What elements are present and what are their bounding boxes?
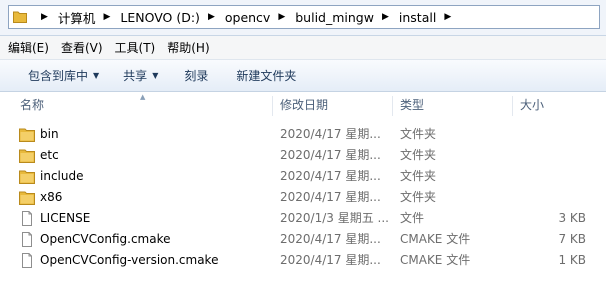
- file-size: [514, 166, 586, 187]
- chevron-right-icon[interactable]: ▶: [103, 12, 110, 22]
- column-header: ▲ 名称 修改日期 类型 大小: [0, 92, 606, 118]
- sort-up-icon: ▲: [140, 93, 146, 101]
- list-item[interactable]: x86 2020/4/17 星期... 文件夹: [0, 187, 606, 208]
- command-toolbar: 包含到库中 ▼ 共享 ▼ 刻录 新建文件夹: [0, 60, 606, 92]
- file-name: include: [40, 169, 84, 183]
- file-type: 文件: [400, 211, 425, 225]
- file-date: 2020/4/17 星期...: [280, 127, 381, 141]
- chevron-right-icon[interactable]: ▶: [444, 12, 451, 22]
- caret-down-icon: ▼: [152, 71, 159, 80]
- include-in-library-button[interactable]: 包含到库中 ▼: [22, 64, 105, 88]
- chevron-right-icon[interactable]: ▶: [382, 12, 389, 22]
- file-name: x86: [40, 190, 63, 204]
- file-icon: [22, 211, 32, 226]
- menu-help[interactable]: 帮助(H): [161, 39, 215, 56]
- file-size: [514, 124, 586, 145]
- file-type: 文件夹: [400, 127, 437, 141]
- menu-edit[interactable]: 编辑(E): [2, 39, 55, 56]
- burn-button[interactable]: 刻录: [178, 64, 214, 88]
- breadcrumb-opencv[interactable]: opencv: [225, 10, 270, 25]
- file-size: 1 KB: [558, 253, 586, 267]
- file-name: OpenCVConfig-version.cmake: [40, 253, 219, 267]
- file-date: 2020/4/17 星期...: [280, 232, 381, 246]
- list-item[interactable]: bin 2020/4/17 星期... 文件夹: [0, 124, 606, 145]
- folder-icon: [13, 11, 27, 23]
- file-date: 2020/4/17 星期...: [280, 169, 381, 183]
- breadcrumb-install[interactable]: install: [399, 10, 436, 25]
- chevron-right-icon[interactable]: ▶: [208, 12, 215, 22]
- folder-icon: [19, 170, 35, 184]
- file-size: [514, 145, 586, 166]
- list-item[interactable]: OpenCVConfig.cmake 2020/4/17 星期... CMAKE…: [0, 229, 606, 250]
- menu-view[interactable]: 查看(V): [55, 39, 109, 56]
- file-type: 文件夹: [400, 169, 437, 183]
- file-name: etc: [40, 148, 59, 162]
- burn-label: 刻录: [184, 69, 209, 83]
- new-folder-button[interactable]: 新建文件夹: [230, 64, 302, 88]
- file-name: bin: [40, 127, 59, 141]
- column-name[interactable]: 名称: [20, 92, 44, 118]
- new-folder-label: 新建文件夹: [236, 69, 297, 83]
- file-date: 2020/4/17 星期...: [280, 253, 381, 267]
- breadcrumb-drive[interactable]: LENOVO (D:): [120, 10, 200, 25]
- address-bar: ▶ 计算机 ▶ LENOVO (D:) ▶ opencv ▶ bulid_min…: [0, 0, 606, 36]
- folder-icon: [19, 128, 35, 142]
- file-type: CMAKE 文件: [400, 253, 471, 267]
- breadcrumb[interactable]: ▶ 计算机 ▶ LENOVO (D:) ▶ opencv ▶ bulid_min…: [8, 5, 600, 29]
- chevron-right-icon[interactable]: ▶: [278, 12, 285, 22]
- file-type: 文件夹: [400, 190, 437, 204]
- file-list: bin 2020/4/17 星期... 文件夹 etc 2020/4/17 星期…: [0, 124, 606, 271]
- breadcrumb-bulid-mingw[interactable]: bulid_mingw: [295, 10, 374, 25]
- column-size[interactable]: 大小: [520, 92, 544, 118]
- column-divider[interactable]: [392, 96, 393, 116]
- file-name: OpenCVConfig.cmake: [40, 232, 171, 246]
- file-date: 2020/1/3 星期五 ...: [280, 211, 389, 225]
- column-date[interactable]: 修改日期: [280, 92, 328, 118]
- file-icon: [22, 253, 32, 268]
- list-item[interactable]: include 2020/4/17 星期... 文件夹: [0, 166, 606, 187]
- list-item[interactable]: LICENSE 2020/1/3 星期五 ... 文件 3 KB: [0, 208, 606, 229]
- file-type: 文件夹: [400, 148, 437, 162]
- chevron-right-icon[interactable]: ▶: [41, 12, 48, 22]
- file-type: CMAKE 文件: [400, 232, 471, 246]
- column-type[interactable]: 类型: [400, 92, 424, 118]
- file-size: 3 KB: [558, 211, 586, 225]
- file-date: 2020/4/17 星期...: [280, 190, 381, 204]
- breadcrumb-computer[interactable]: 计算机: [58, 8, 96, 27]
- file-size: 7 KB: [558, 232, 586, 246]
- menu-tools[interactable]: 工具(T): [109, 39, 162, 56]
- share-label: 共享: [123, 69, 148, 83]
- list-item[interactable]: etc 2020/4/17 星期... 文件夹: [0, 145, 606, 166]
- share-button[interactable]: 共享 ▼: [117, 64, 164, 88]
- folder-icon: [19, 191, 35, 205]
- folder-icon: [19, 149, 35, 163]
- file-size: [514, 187, 586, 208]
- menu-bar: 编辑(E) 查看(V) 工具(T) 帮助(H): [0, 36, 606, 60]
- file-name: LICENSE: [40, 211, 91, 225]
- caret-down-icon: ▼: [93, 71, 100, 80]
- column-divider[interactable]: [272, 96, 273, 116]
- include-in-library-label: 包含到库中: [28, 69, 89, 83]
- column-divider[interactable]: [512, 96, 513, 116]
- file-date: 2020/4/17 星期...: [280, 148, 381, 162]
- file-icon: [22, 232, 32, 247]
- list-item[interactable]: OpenCVConfig-version.cmake 2020/4/17 星期.…: [0, 250, 606, 271]
